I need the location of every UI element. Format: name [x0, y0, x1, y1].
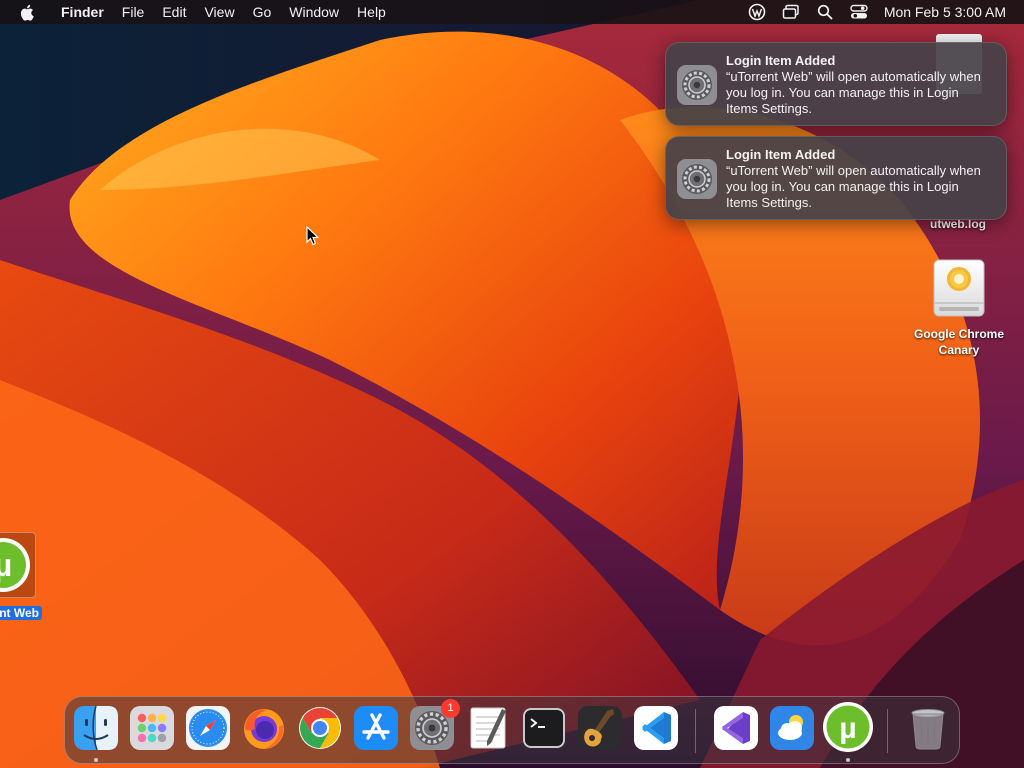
menubar-clock[interactable]: Mon Feb 5 3:00 AM: [884, 4, 1006, 20]
dock-item-textedit[interactable]: [465, 705, 511, 751]
textedit-icon: [470, 707, 506, 749]
chrome-icon: [299, 707, 341, 749]
notification-body: “uTorrent Web” will open automatically w…: [726, 163, 981, 210]
notification-login-item-1[interactable]: Login Item Added “uTorrent Web” will ope…: [665, 42, 1007, 126]
wordpress-status-icon[interactable]: [748, 3, 766, 21]
terminal-icon: [523, 708, 565, 748]
garageband-icon: [578, 706, 622, 750]
menu-app-name[interactable]: Finder: [52, 0, 113, 24]
notification-login-item-2[interactable]: Login Item Added “uTorrent Web” will ope…: [665, 136, 1007, 220]
dock-item-weather[interactable]: [769, 705, 815, 751]
desktop-icon-utorrent-web[interactable]: µ nt Web: [0, 532, 44, 622]
menu-go[interactable]: Go: [244, 0, 281, 24]
menu-edit[interactable]: Edit: [153, 0, 195, 24]
dock-item-vscode[interactable]: [633, 705, 679, 751]
dock: 1 µ: [64, 696, 960, 764]
menu-bar: Finder File Edit View Go Window Help Mon…: [0, 0, 1024, 24]
app-store-icon: [354, 706, 398, 750]
dock-item-visual-studio[interactable]: [713, 705, 759, 751]
dock-item-trash[interactable]: [905, 705, 951, 751]
utorrent-icon: µ: [0, 538, 30, 592]
vscode-icon: [634, 706, 678, 750]
dock-item-system-settings[interactable]: 1: [409, 699, 460, 751]
screen-mirroring-icon[interactable]: [782, 3, 800, 21]
visual-studio-icon: [714, 706, 758, 750]
notification-title: Login Item Added: [726, 147, 836, 162]
dock-separator: [695, 709, 696, 753]
dock-item-terminal[interactable]: [521, 705, 567, 751]
svg-text:µ: µ: [0, 547, 12, 583]
svg-text:µ: µ: [839, 712, 856, 745]
dock-item-finder[interactable]: [73, 705, 119, 751]
menu-window[interactable]: Window: [280, 0, 348, 24]
system-settings-icon: [677, 65, 717, 105]
notification-title: Login Item Added: [726, 53, 836, 68]
system-settings-icon: [677, 159, 717, 199]
dock-separator: [887, 709, 888, 753]
mouse-pointer-icon: [306, 226, 320, 246]
apple-menu-icon[interactable]: [0, 4, 52, 21]
running-indicator: [94, 758, 98, 762]
desktop-icon-label-utorrent-web: nt Web: [0, 606, 42, 620]
desktop-icon-label-chrome-canary: Google Chrome Canary: [913, 327, 1004, 357]
weather-icon: [770, 706, 814, 750]
menu-view[interactable]: View: [195, 0, 243, 24]
dock-item-safari[interactable]: [185, 705, 231, 751]
menu-help[interactable]: Help: [348, 0, 395, 24]
spotlight-search-icon[interactable]: [816, 3, 834, 21]
trash-icon: [911, 709, 945, 750]
desktop-icon-chrome-canary[interactable]: Google Chrome Canary: [904, 258, 1014, 358]
disk-image-icon: [933, 259, 985, 317]
finder-icon: [74, 705, 118, 751]
dock-item-launchpad[interactable]: [129, 705, 175, 751]
dock-item-app-store[interactable]: [353, 705, 399, 751]
control-center-icon[interactable]: [850, 3, 868, 21]
utorrent-icon: µ: [823, 702, 873, 752]
firefox-icon: [244, 709, 284, 749]
dock-item-utorrent[interactable]: µ: [822, 701, 874, 753]
running-indicator: [846, 758, 850, 762]
notification-badge: 1: [441, 699, 460, 718]
notification-body: “uTorrent Web” will open automatically w…: [726, 69, 981, 116]
safari-icon: [186, 706, 230, 750]
dock-item-garageband[interactable]: [577, 705, 623, 751]
launchpad-icon: [130, 706, 174, 750]
dock-item-chrome[interactable]: [297, 705, 343, 751]
dock-item-firefox[interactable]: [241, 705, 287, 751]
menu-file[interactable]: File: [113, 0, 154, 24]
